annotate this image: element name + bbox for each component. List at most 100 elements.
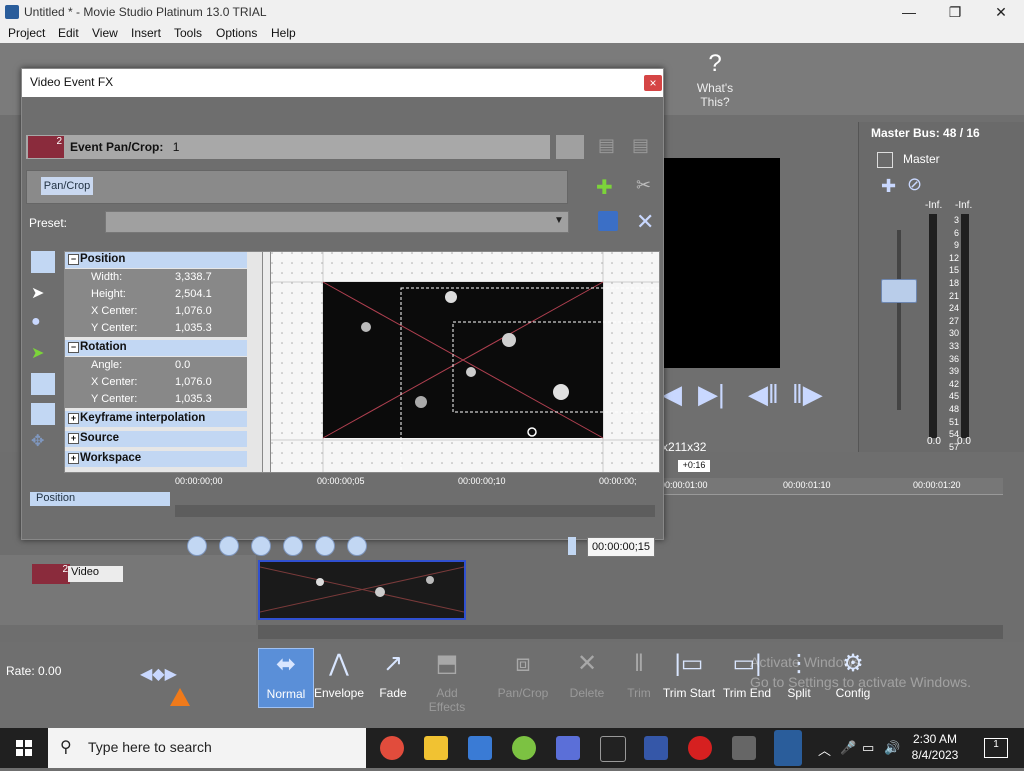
pan-crop-plugin-button[interactable]: Pan/Crop <box>41 177 93 195</box>
rate-thumb-icon[interactable] <box>170 688 190 706</box>
edit-tool-delete[interactable]: ✕ Delete <box>560 648 614 700</box>
tray-arrow-icon[interactable]: ︿ <box>818 740 831 759</box>
microphone-icon[interactable]: 🎤 <box>840 740 856 756</box>
delete-preset-icon[interactable]: ✕ <box>636 209 654 235</box>
enable-rotation-icon[interactable]: ➤ <box>31 343 55 365</box>
next-marker-icon[interactable]: ‖▶ <box>792 380 823 408</box>
insert-fx-icon[interactable]: ✚ <box>881 176 896 197</box>
next-keyframe-icon[interactable] <box>251 536 271 556</box>
fx-icon[interactable] <box>877 152 893 168</box>
maximize-button[interactable]: ❐ <box>932 0 978 24</box>
edit-tool-icon: ⧈ <box>515 650 531 677</box>
menu-insert[interactable]: Insert <box>131 26 161 40</box>
prop-width[interactable]: Width: 3,338.7 <box>65 269 247 286</box>
start-button[interactable] <box>0 728 48 768</box>
notification-icon[interactable]: 1 <box>984 738 1008 758</box>
play-icon[interactable]: ◀ <box>662 380 690 408</box>
snap-to-grid-icon[interactable] <box>31 373 55 395</box>
group-workspace[interactable]: + Workspace <box>65 451 247 467</box>
prop-y-center[interactable]: Y Center: 1,035.3 <box>65 320 247 337</box>
app-blue-icon[interactable] <box>644 736 668 760</box>
track-number: 2 <box>32 564 70 584</box>
prop-angle[interactable]: Angle: 0.0 <box>65 357 247 374</box>
menu-project[interactable]: Project <box>8 26 45 40</box>
edit-tool-trim[interactable]: ‖ Trim <box>612 648 666 700</box>
dialog-title-bar[interactable]: Video Event FX × <box>22 69 663 97</box>
keyframe-scrollbar[interactable] <box>175 505 655 517</box>
edit-tool-icon: |▭ <box>674 650 704 677</box>
prop-height[interactable]: Height: 2,504.1 <box>65 286 247 303</box>
mute-icon[interactable]: ⊘ <box>907 174 922 195</box>
prev-frame-icon[interactable]: ◀‖ <box>748 380 779 408</box>
prop-rotation-y-center[interactable]: Y Center: 1,035.3 <box>65 391 247 408</box>
keyframe-time-display[interactable]: 00:00:00;15 <box>587 537 655 557</box>
volume-icon[interactable]: 🔊 <box>884 740 900 756</box>
menu-view[interactable]: View <box>92 26 118 40</box>
rate-label: Rate: 0.00 <box>6 664 62 678</box>
cursor-marker: +0:16 <box>678 460 710 472</box>
last-keyframe-icon[interactable] <box>283 536 303 556</box>
track-name[interactable]: Video <box>68 566 123 582</box>
add-keyframe-icon[interactable] <box>315 536 335 556</box>
rate-slider-icon[interactable]: ◀◆▶ <box>140 664 177 684</box>
7zip-icon[interactable] <box>600 736 626 762</box>
menu-options[interactable]: Options <box>216 26 257 40</box>
normal-edit-tool-icon[interactable]: ➤ <box>31 283 55 305</box>
group-source[interactable]: + Source <box>65 431 247 447</box>
app-green-icon[interactable] <box>512 736 536 760</box>
film-icon[interactable] <box>732 736 756 760</box>
taskbar-clock[interactable]: 2:30 AM 8/4/2023 <box>905 731 965 763</box>
edit-tool-pan-crop[interactable]: ⧈ Pan/Crop <box>496 648 550 700</box>
pan-crop-workspace[interactable] <box>270 251 660 473</box>
next-frame-icon[interactable]: ▶| <box>698 380 726 408</box>
prop-rotation-x-center[interactable]: X Center: 1,076.0 <box>65 374 247 391</box>
menu-tools[interactable]: Tools <box>174 26 202 40</box>
meter-scale-label: 15 <box>948 265 959 276</box>
network-icon[interactable]: ▭ <box>862 740 874 756</box>
add-plugin-icon[interactable]: ✚ <box>596 175 613 200</box>
movie-studio-taskbar-icon[interactable] <box>774 730 802 766</box>
group-position[interactable]: − Position <box>65 252 247 268</box>
meter-scale-label: 45 <box>948 391 959 402</box>
edit-tool-envelope[interactable]: ⋀ Envelope <box>312 648 366 700</box>
store-icon[interactable] <box>468 736 492 760</box>
dialog-close-button[interactable]: × <box>644 75 662 91</box>
group-rotation[interactable]: − Rotation <box>65 340 247 356</box>
app-purple-icon[interactable] <box>556 736 580 760</box>
edit-tool-trim-start[interactable]: |▭ Trim Start <box>662 648 716 700</box>
save-preset-icon[interactable] <box>598 211 618 231</box>
timeline-scrollbar[interactable] <box>258 625 1003 639</box>
chrome-icon[interactable] <box>380 736 404 760</box>
master-fader[interactable] <box>881 279 917 303</box>
first-keyframe-icon[interactable] <box>187 536 207 556</box>
keyframe-ruler[interactable]: 00:00:00;00 00:00:00;05 00:00:00;10 00:0… <box>175 473 640 489</box>
record-icon[interactable] <box>688 736 712 760</box>
group-keyframe-interpolation[interactable]: + Keyframe interpolation <box>65 411 247 427</box>
file-explorer-icon[interactable] <box>424 736 448 760</box>
edit-tool-add-effects[interactable]: ⬒ Add Effects <box>420 648 474 714</box>
move-freely-icon[interactable]: ✥ <box>31 431 55 453</box>
close-window-button[interactable]: ✕ <box>978 0 1024 24</box>
keyframe-track-position[interactable]: Position <box>30 492 170 506</box>
prop-x-center[interactable]: X Center: 1,076.0 <box>65 303 247 320</box>
zoom-tool-icon[interactable]: ● <box>31 313 55 335</box>
edit-in-place-icon[interactable] <box>31 403 55 425</box>
layout-icon-2[interactable]: ▤ <box>632 135 656 159</box>
delete-keyframe-icon[interactable] <box>347 536 367 556</box>
edit-tool-fade[interactable]: ↗ Fade <box>366 648 420 700</box>
sync-cursor-icon[interactable] <box>568 537 576 555</box>
layout-icon[interactable]: ▤ <box>598 135 622 159</box>
remove-plugin-icon[interactable]: ✂ <box>636 175 651 196</box>
menu-help[interactable]: Help <box>271 26 296 40</box>
menu-edit[interactable]: Edit <box>58 26 79 40</box>
video-clip[interactable] <box>258 560 466 620</box>
chain-view-button[interactable] <box>556 135 584 159</box>
show-properties-icon[interactable] <box>31 251 55 273</box>
whats-this-button[interactable]: ? What's This? <box>690 51 740 110</box>
taskbar-search[interactable]: ⚲ Type here to search <box>48 728 366 768</box>
preset-dropdown[interactable] <box>105 211 569 233</box>
prev-keyframe-icon[interactable] <box>219 536 239 556</box>
event-label-text: Event Pan/Crop: <box>70 140 164 154</box>
minimize-button[interactable]: — <box>886 0 932 24</box>
edit-tool-normal[interactable]: ⬌ Normal <box>258 648 314 708</box>
